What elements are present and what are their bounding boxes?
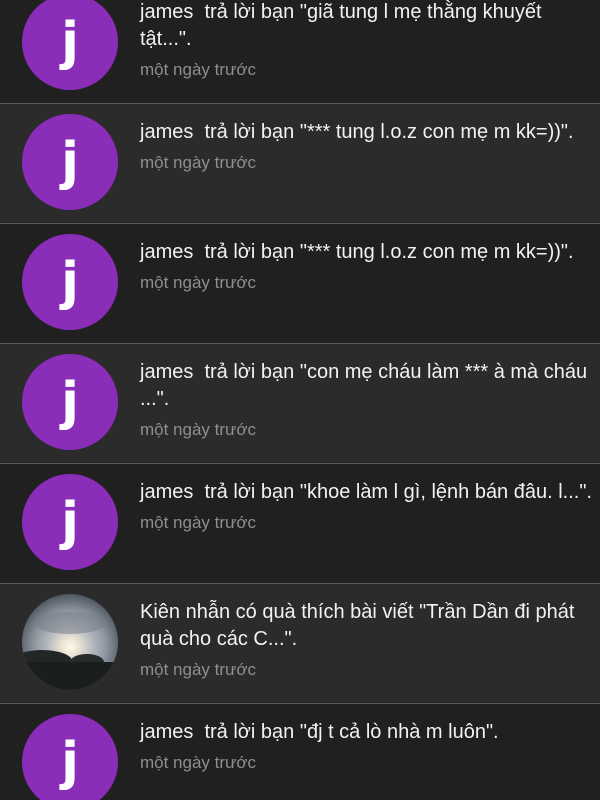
avatar-letter: j xyxy=(61,492,79,552)
notification-message: james trả lời bạn "con mẹ cháu làm *** à… xyxy=(140,361,593,410)
notification-time: một ngày trước xyxy=(140,420,257,439)
avatar[interactable]: j xyxy=(22,714,118,800)
avatar-letter: j xyxy=(61,732,79,792)
notification-message: james trả lời bạn "giã tung l mẹ thằng k… xyxy=(140,1,548,50)
notification-item[interactable]: j james trả lời bạn "giã tung l mẹ thằng… xyxy=(0,0,600,104)
notification-item[interactable]: j james trả lời bạn "khoe làm l gì, lệnh… xyxy=(0,464,600,584)
ground-shape xyxy=(22,662,118,690)
notification-list: j james trả lời bạn "giã tung l mẹ thằng… xyxy=(0,0,600,800)
avatar-letter: j xyxy=(61,252,79,312)
notification-message: Kiên nhẫn có quà thích bài viết "Trần Dầ… xyxy=(140,601,580,650)
notification-time: một ngày trước xyxy=(140,513,257,532)
notification-body: james trả lời bạn "đj t cả lò nhà m luôn… xyxy=(140,719,592,774)
notification-message: james trả lời bạn "khoe làm l gì, lệnh b… xyxy=(140,481,592,503)
notification-message: james trả lời bạn "*** tung l.o.z con mẹ… xyxy=(140,241,574,263)
avatar-letter: j xyxy=(61,372,79,432)
notification-item[interactable]: j james trả lời bạn "đj t cả lò nhà m lu… xyxy=(0,704,600,800)
notification-message: james trả lời bạn "đj t cả lò nhà m luôn… xyxy=(140,721,499,743)
notification-time: một ngày trước xyxy=(140,153,257,172)
notification-body: james trả lời bạn "*** tung l.o.z con mẹ… xyxy=(140,119,592,174)
avatar-letter: j xyxy=(61,12,79,72)
notification-time: một ngày trước xyxy=(140,753,257,772)
notification-item[interactable]: Kiên nhẫn có quà thích bài viết "Trần Dầ… xyxy=(0,584,600,704)
notification-item[interactable]: j james trả lời bạn "*** tung l.o.z con … xyxy=(0,104,600,224)
notification-time: một ngày trước xyxy=(140,60,257,79)
avatar[interactable]: j xyxy=(22,114,118,210)
notification-body: james trả lời bạn "giã tung l mẹ thằng k… xyxy=(140,0,592,81)
avatar[interactable]: j xyxy=(22,234,118,330)
notification-item[interactable]: j james trả lời bạn "con mẹ cháu làm ***… xyxy=(0,344,600,464)
notification-body: james trả lời bạn "*** tung l.o.z con mẹ… xyxy=(140,239,592,294)
avatar[interactable]: j xyxy=(22,0,118,90)
notification-time: một ngày trước xyxy=(140,273,257,292)
avatar[interactable]: j xyxy=(22,354,118,450)
avatar[interactable]: j xyxy=(22,474,118,570)
notification-body: james trả lời bạn "khoe làm l gì, lệnh b… xyxy=(140,479,592,534)
sky-cloud-shape xyxy=(34,612,106,634)
avatar-letter: j xyxy=(61,132,79,192)
notification-body: james trả lời bạn "con mẹ cháu làm *** à… xyxy=(140,359,592,441)
notification-message: james trả lời bạn "*** tung l.o.z con mẹ… xyxy=(140,121,574,143)
notification-item[interactable]: j james trả lời bạn "*** tung l.o.z con … xyxy=(0,224,600,344)
avatar[interactable] xyxy=(22,594,118,690)
notification-time: một ngày trước xyxy=(140,660,257,679)
notification-body: Kiên nhẫn có quà thích bài viết "Trần Dầ… xyxy=(140,599,592,681)
